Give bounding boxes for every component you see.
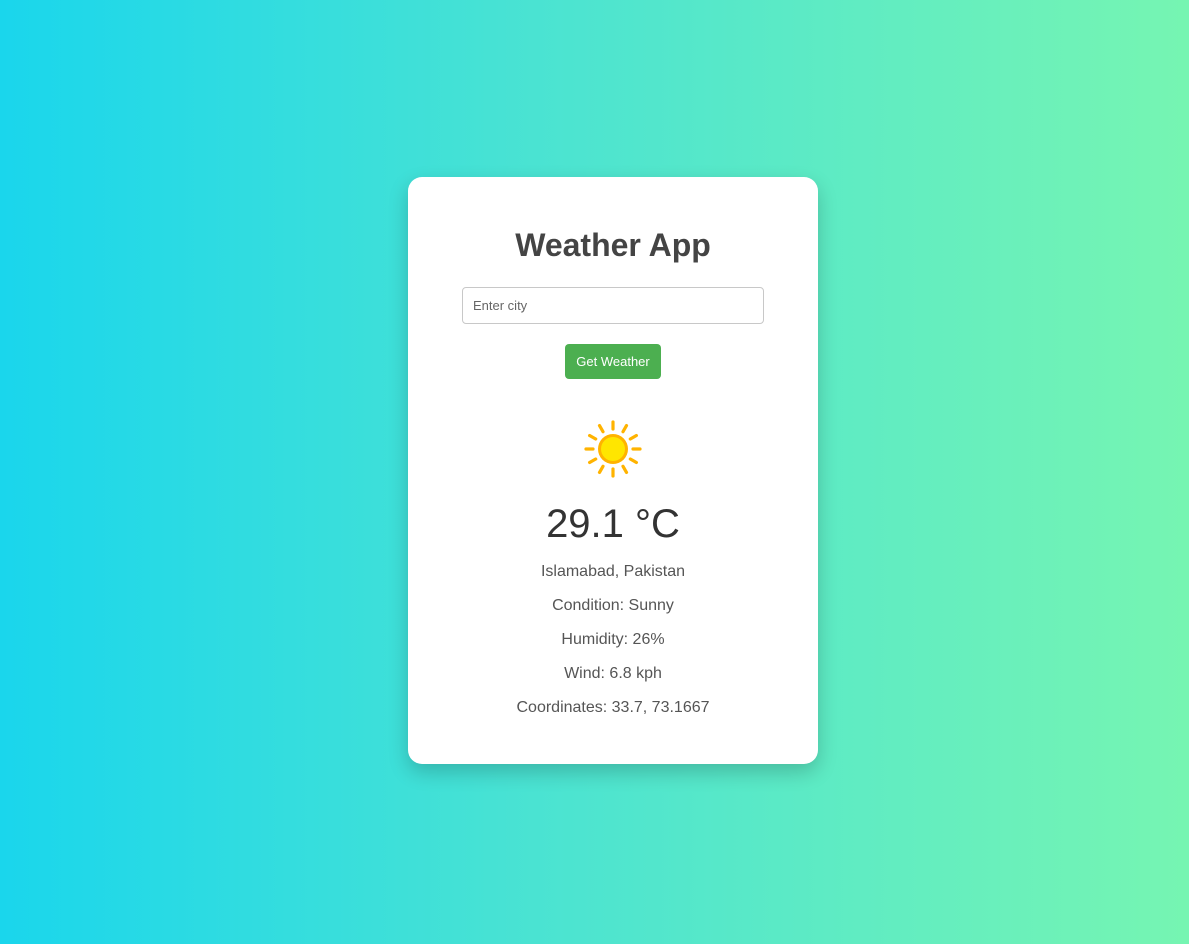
app-title: Weather App xyxy=(515,227,711,263)
city-input[interactable] xyxy=(462,287,764,324)
weather-card: Weather App Get Weather 29.1 °C Islamaba… xyxy=(408,177,818,764)
sun-icon xyxy=(584,420,642,478)
humidity-text: Humidity: 26% xyxy=(561,631,665,648)
condition-text: Condition: Sunny xyxy=(552,597,674,614)
coordinates-text: Coordinates: 33.7, 73.1667 xyxy=(516,699,710,716)
get-weather-button[interactable]: Get Weather xyxy=(565,344,661,379)
location-text: Islamabad, Pakistan xyxy=(540,563,686,580)
temperature: 29.1 °C xyxy=(546,502,680,546)
wind-text: Wind: 6.8 kph xyxy=(564,665,662,682)
